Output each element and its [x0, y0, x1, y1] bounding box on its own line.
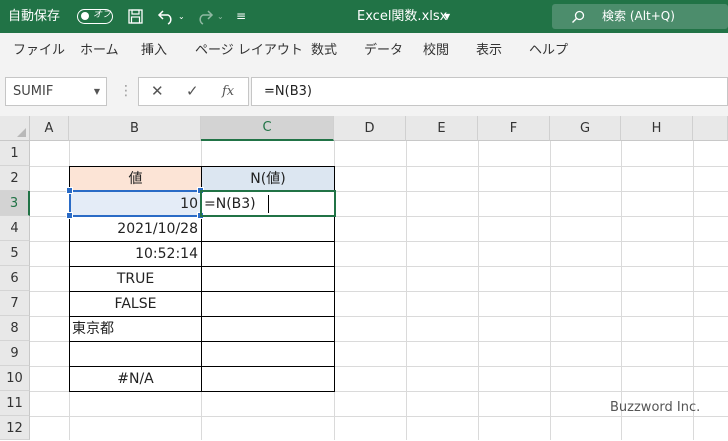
- search-label: 検索 (Alt+Q): [602, 9, 675, 23]
- column-header-d[interactable]: D: [334, 116, 406, 141]
- formula-text: =N(B3): [264, 84, 312, 99]
- enter-icon[interactable]: ✓: [186, 78, 199, 105]
- row-header-9[interactable]: 9: [0, 341, 30, 366]
- tab-help[interactable]: ヘルプ: [529, 33, 568, 68]
- watermark: Buzzword Inc.: [610, 400, 701, 415]
- column-header-e[interactable]: E: [406, 116, 478, 141]
- file-name[interactable]: Excel関数.xlsx: [357, 0, 447, 33]
- title-bar: 自動保存 オフ ⌄ ⌄ ≡ Excel関数.xlsx ▼ 検索 (Alt+Q): [0, 0, 728, 33]
- cell-b9[interactable]: [70, 342, 201, 367]
- column-header-b[interactable]: B: [69, 116, 201, 141]
- formula-bar: SUMIF ▼ ⋮ ✕ ✓ fx =N(B3): [0, 68, 728, 117]
- row-header-3[interactable]: 3: [0, 191, 30, 216]
- row-header-4[interactable]: 4: [0, 216, 30, 241]
- cell-b6[interactable]: TRUE: [70, 267, 201, 292]
- undo-dropdown-icon[interactable]: ⌄: [178, 0, 185, 33]
- column-header-f[interactable]: F: [478, 116, 550, 141]
- column-header-h[interactable]: H: [621, 116, 693, 141]
- row-header-5[interactable]: 5: [0, 241, 30, 266]
- tab-review[interactable]: 校閲: [423, 33, 449, 68]
- formula-input[interactable]: =N(B3): [251, 77, 728, 106]
- tab-file[interactable]: ファイル: [13, 33, 65, 68]
- cell-b5[interactable]: 10:52:14: [70, 242, 201, 267]
- tab-formulas[interactable]: 数式: [311, 33, 337, 68]
- autosave-label: 自動保存: [8, 9, 61, 24]
- name-box-dropdown-icon[interactable]: ▼: [94, 78, 100, 105]
- search-icon: [572, 10, 585, 23]
- autosave-state: オフ: [93, 10, 112, 20]
- column-header-a[interactable]: A: [30, 116, 69, 141]
- cancel-icon[interactable]: ✕: [151, 78, 164, 105]
- row-header-10[interactable]: 10: [0, 366, 30, 391]
- save-icon[interactable]: [128, 9, 143, 24]
- tab-page-layout[interactable]: ページ レイアウト: [195, 33, 303, 68]
- cell-b10[interactable]: #N/A: [70, 367, 201, 392]
- row-header-12[interactable]: 12: [0, 416, 30, 440]
- cell-b4[interactable]: 2021/10/28: [70, 217, 201, 242]
- tab-home[interactable]: ホーム: [80, 33, 119, 68]
- row-header-6[interactable]: 6: [0, 266, 30, 291]
- reference-handle-bottom-left[interactable]: [66, 212, 73, 219]
- formula-buttons: ✕ ✓ fx: [138, 77, 249, 106]
- cell-b7[interactable]: FALSE: [70, 292, 201, 317]
- search-box[interactable]: 検索 (Alt+Q): [552, 4, 728, 29]
- more-options-icon[interactable]: ⋮: [119, 78, 133, 104]
- undo-icon[interactable]: [157, 8, 175, 25]
- select-all-corner[interactable]: [0, 116, 30, 141]
- insert-function-icon[interactable]: fx: [222, 78, 234, 105]
- column-header-g[interactable]: G: [550, 116, 621, 141]
- cell-b2[interactable]: 値: [70, 167, 201, 192]
- row-header-8[interactable]: 8: [0, 316, 30, 341]
- redo-icon[interactable]: [196, 8, 214, 25]
- tab-data[interactable]: データ: [364, 33, 403, 68]
- autosave-toggle[interactable]: オフ: [77, 9, 113, 24]
- name-box-value: SUMIF: [13, 84, 54, 99]
- spreadsheet-grid[interactable]: A B C D E F G H 1 2 3 4 5 6 7 8 9 10 11 …: [0, 116, 728, 440]
- row-header-2[interactable]: 2: [0, 166, 30, 191]
- ribbon-tabs: ファイル ホーム 挿入 ページ レイアウト 数式 データ 校閲 表示 ヘルプ: [0, 33, 728, 69]
- reference-highlight-border: [69, 190, 202, 217]
- row-header-1[interactable]: 1: [0, 141, 30, 166]
- cell-c2[interactable]: N(値): [202, 167, 334, 192]
- column-header-partial[interactable]: [693, 116, 728, 141]
- filename-dropdown-icon[interactable]: ▼: [444, 0, 450, 33]
- text-cursor: [268, 195, 269, 213]
- name-box[interactable]: SUMIF ▼: [5, 77, 107, 106]
- customize-toolbar-icon[interactable]: ≡: [236, 0, 246, 33]
- redo-dropdown-icon[interactable]: ⌄: [217, 0, 224, 33]
- reference-handle-top-left[interactable]: [66, 187, 73, 194]
- tab-insert[interactable]: 挿入: [141, 33, 167, 68]
- tab-view[interactable]: 表示: [476, 33, 502, 68]
- row-header-7[interactable]: 7: [0, 291, 30, 316]
- cell-b8[interactable]: 東京都: [70, 317, 201, 342]
- row-header-11[interactable]: 11: [0, 391, 30, 416]
- column-header-c[interactable]: C: [201, 116, 334, 141]
